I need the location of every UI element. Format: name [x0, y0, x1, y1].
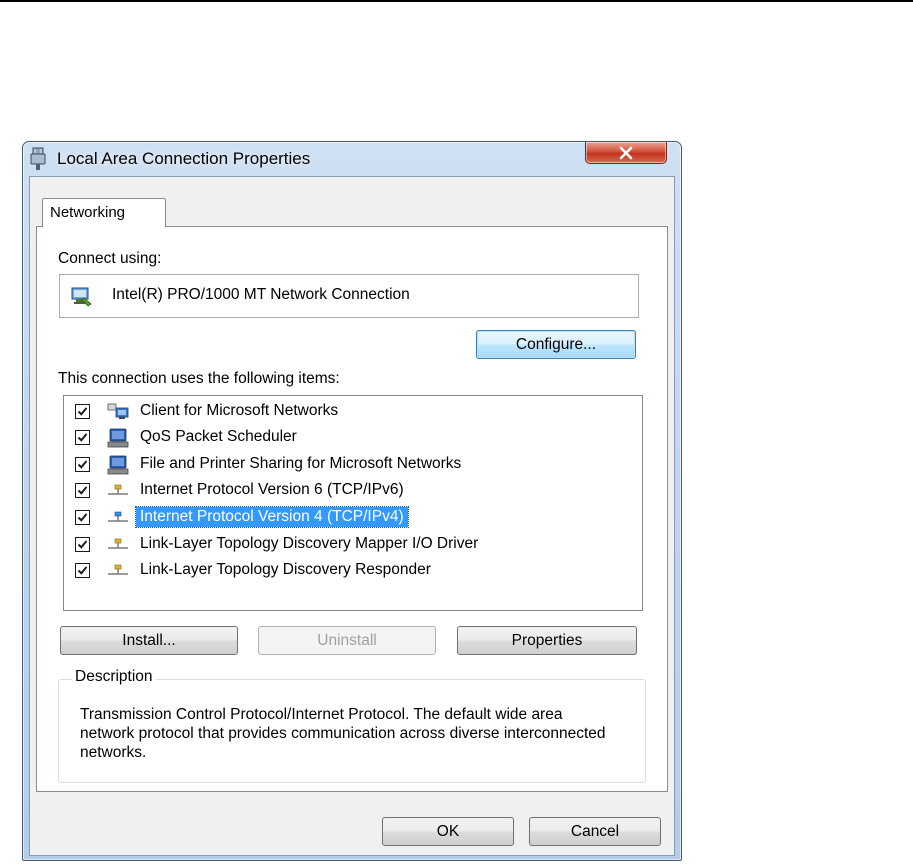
- close-icon: [619, 146, 633, 160]
- properties-dialog: Local Area Connection Properties Network…: [22, 141, 682, 861]
- network-adapter-icon: [30, 147, 46, 170]
- adapter-field: Intel(R) PRO/1000 MT Network Connection: [59, 274, 639, 318]
- item-checkbox[interactable]: [75, 430, 90, 445]
- list-item[interactable]: Link-Layer Topology Discovery Responder: [64, 558, 642, 584]
- dialog-client-area: Networking Connect using: Intel(R) PRO/1…: [29, 176, 675, 856]
- uninstall-button: Uninstall: [258, 626, 436, 655]
- item-label: Link-Layer Topology Discovery Mapper I/O…: [140, 535, 479, 552]
- item-label: Internet Protocol Version 6 (TCP/IPv6): [140, 481, 404, 498]
- list-item[interactable]: File and Printer Sharing for Microsoft N…: [64, 452, 642, 478]
- tab-networking-label: Networking: [50, 204, 126, 221]
- item-label: QoS Packet Scheduler: [140, 428, 297, 445]
- description-text: Transmission Control Protocol/Internet P…: [80, 706, 606, 761]
- checkmark-icon: [77, 540, 88, 549]
- network-service-icon: [107, 428, 129, 448]
- item-checkbox[interactable]: [75, 457, 90, 472]
- cancel-button[interactable]: Cancel: [529, 817, 661, 846]
- install-button[interactable]: Install...: [60, 626, 238, 655]
- close-button[interactable]: [585, 142, 667, 164]
- list-item[interactable]: QoS Packet Scheduler: [64, 425, 642, 451]
- list-item[interactable]: Internet Protocol Version 6 (TCP/IPv6): [64, 478, 642, 504]
- checkmark-icon: [77, 433, 88, 442]
- checkmark-icon: [77, 566, 88, 575]
- network-protocol-icon: [108, 511, 128, 522]
- list-item[interactable]: Client for Microsoft Networks: [64, 399, 642, 425]
- network-protocol-icon: [108, 484, 128, 495]
- network-client-icon: [107, 403, 129, 419]
- properties-button[interactable]: Properties: [457, 626, 637, 655]
- items-list[interactable]: Client for Microsoft Networks QoS Packet…: [63, 395, 643, 611]
- list-item[interactable]: Link-Layer Topology Discovery Mapper I/O…: [64, 532, 642, 558]
- connect-using-label: Connect using:: [58, 250, 162, 267]
- checkmark-icon: [77, 513, 88, 522]
- ok-button[interactable]: OK: [382, 817, 514, 846]
- item-label: Link-Layer Topology Discovery Responder: [140, 561, 431, 578]
- tab-networking[interactable]: Networking: [42, 198, 166, 227]
- item-label: Internet Protocol Version 4 (TCP/IPv4): [135, 506, 409, 528]
- top-divider: [0, 0, 913, 2]
- item-checkbox[interactable]: [75, 510, 90, 525]
- adapter-name: Intel(R) PRO/1000 MT Network Connection: [112, 286, 410, 303]
- item-checkbox[interactable]: [75, 563, 90, 578]
- network-service-icon: [107, 455, 129, 475]
- checkmark-icon: [77, 407, 88, 416]
- window-title: Local Area Connection Properties: [57, 149, 311, 168]
- items-label: This connection uses the following items…: [58, 370, 340, 387]
- item-label: Client for Microsoft Networks: [140, 402, 339, 419]
- title-bar[interactable]: Local Area Connection Properties: [23, 142, 681, 176]
- checkmark-icon: [77, 486, 88, 495]
- network-card-icon: [71, 287, 92, 307]
- item-checkbox[interactable]: [75, 537, 90, 552]
- configure-button[interactable]: Configure...: [476, 330, 636, 359]
- list-item[interactable]: Internet Protocol Version 4 (TCP/IPv4): [64, 505, 642, 531]
- description-legend: Description: [72, 668, 156, 686]
- network-protocol-icon: [108, 564, 128, 575]
- item-checkbox[interactable]: [75, 483, 90, 498]
- checkmark-icon: [77, 460, 88, 469]
- item-checkbox[interactable]: [75, 404, 90, 419]
- item-label: File and Printer Sharing for Microsoft N…: [140, 455, 462, 472]
- network-protocol-icon: [108, 538, 128, 549]
